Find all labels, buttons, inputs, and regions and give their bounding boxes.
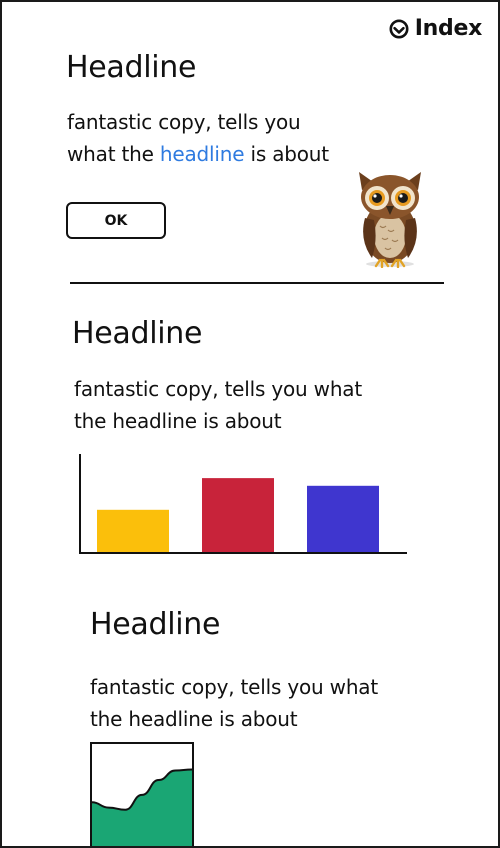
section1-copy: fantastic copy, tells you what the headl…	[67, 106, 329, 170]
area-fill	[92, 769, 192, 846]
area-chart	[90, 742, 194, 846]
section3-headline: Headline	[90, 607, 221, 642]
section2-copy-line2: the headline is about	[74, 409, 282, 433]
section-divider	[70, 282, 444, 284]
smile-circle-icon	[389, 19, 409, 38]
section3-copy: fantastic copy, tells you what the headl…	[90, 671, 378, 735]
section3-copy-line1: fantastic copy, tells you what	[90, 675, 378, 699]
section2-copy: fantastic copy, tells you what the headl…	[74, 373, 362, 437]
owl-icon	[359, 172, 421, 268]
bar-2	[202, 478, 274, 553]
section2-copy-line1: fantastic copy, tells you what	[74, 377, 362, 401]
section1-copy-line1: fantastic copy, tells you	[67, 110, 301, 134]
bar-chart	[79, 454, 407, 554]
section3-copy-line2: the headline is about	[90, 707, 298, 731]
page-frame: Index Headline fantastic copy, tells you…	[0, 0, 500, 848]
brand-name: Index	[414, 16, 483, 41]
section1-copy-line2-after: is about	[244, 142, 329, 166]
headline-link[interactable]: headline	[160, 142, 245, 166]
ok-button[interactable]: OK	[66, 202, 166, 239]
section2-headline: Headline	[72, 316, 203, 351]
brand-logo[interactable]: Index	[389, 16, 482, 41]
section1-headline: Headline	[66, 50, 197, 85]
bar-1	[97, 509, 169, 553]
bar-3	[307, 485, 379, 553]
section1-copy-line2-before: what the	[67, 142, 160, 166]
